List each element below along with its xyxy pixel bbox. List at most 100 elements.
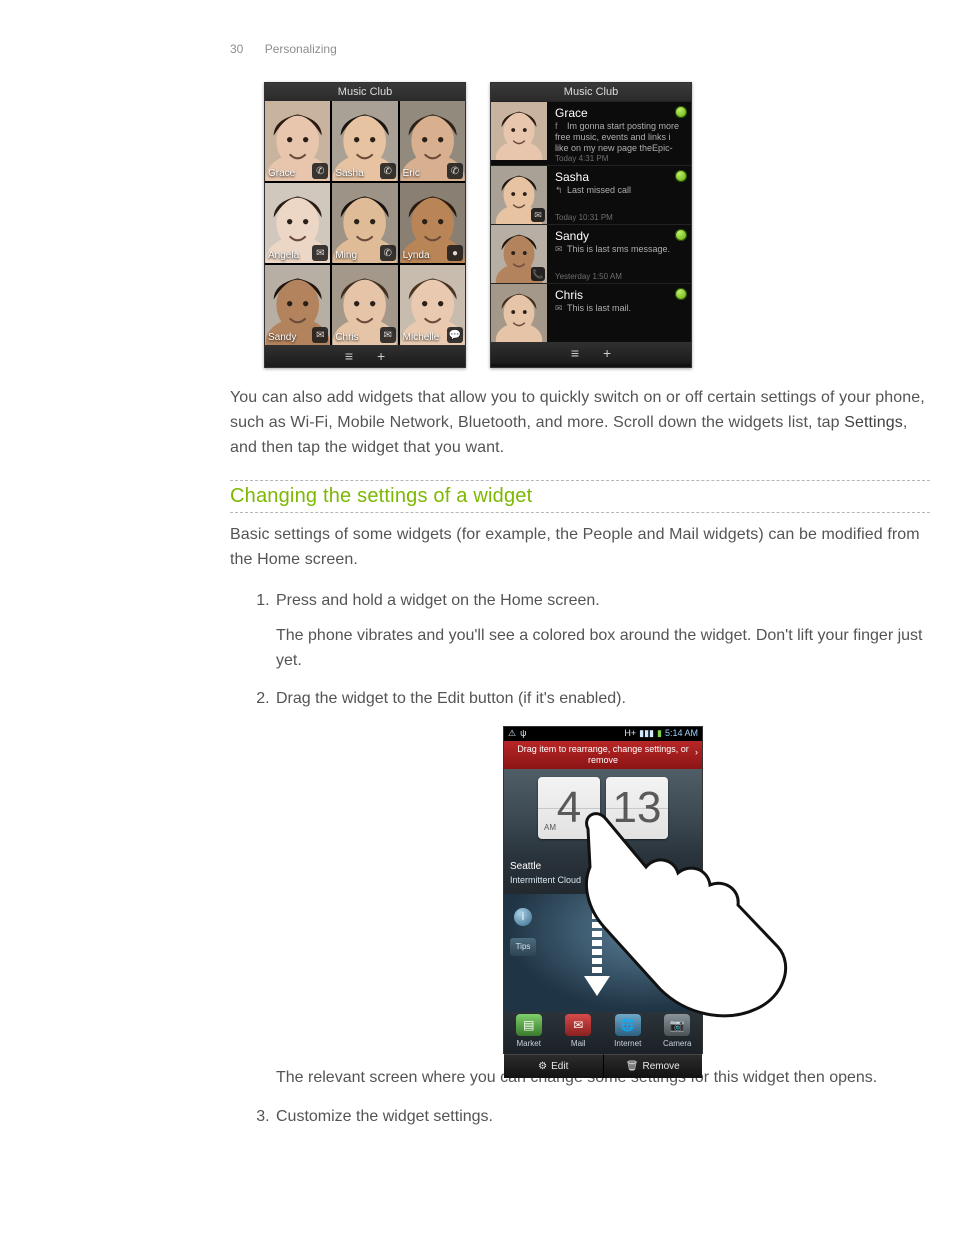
gear-icon: ⚙	[538, 1059, 547, 1075]
edit-widget-screenshot: ⚠ ψ H+ ▮▮▮ ▮ 5:14 AM Drag item to rearra…	[276, 726, 930, 1054]
weather-panel: Seattle Intermittent Cloud	[504, 855, 702, 894]
contact-cell: Chris ✉	[332, 265, 397, 345]
step-2: Drag the widget to the Edit button (if i…	[274, 687, 930, 1091]
contact-photo	[491, 102, 547, 160]
app-label: Market	[509, 1038, 549, 1050]
presence-dot-icon	[675, 288, 687, 300]
page-number: 30	[230, 42, 243, 56]
message-type-icon: ✉	[555, 303, 565, 314]
remove-button: 🗑 Remove	[604, 1054, 703, 1078]
clock-minutes: 13	[606, 777, 668, 839]
step-1-detail: The phone vibrates and you'll see a colo…	[276, 624, 930, 674]
message-type-icon: ↰	[555, 185, 565, 196]
phone-home-screen: ⚠ ψ H+ ▮▮▮ ▮ 5:14 AM Drag item to rearra…	[503, 726, 703, 1054]
manual-page: 30 Personalizing Music Club Grace ✆ Sash…	[0, 0, 954, 1235]
contact-cell: Angela ✉	[265, 183, 330, 263]
contact-cell: Michelle 💬	[400, 265, 465, 345]
clock-hours: 4 AM	[538, 777, 600, 839]
contact-message: ↰Last missed call	[555, 185, 685, 196]
contact-cell: Ming ✆	[332, 183, 397, 263]
contact-row: Grace fIm gonna start posting more free …	[491, 101, 691, 165]
thumb-badge-icon: 📞	[531, 267, 545, 281]
ampm-label: AM	[544, 822, 556, 834]
home-screen-body: i Tips	[504, 894, 702, 1012]
contact-cell: Grace ✆	[265, 101, 330, 181]
dock-app: 🌐 Internet	[608, 1014, 648, 1050]
contact-name: Lynda	[403, 250, 430, 261]
contact-row: 📞 Sandy ✉This is last sms message. Yeste…	[491, 224, 691, 283]
status-clock: 5:14 AM	[665, 727, 698, 741]
app-label: Internet	[608, 1038, 648, 1050]
contact-name: Eric	[403, 168, 420, 179]
contact-name: Grace	[555, 106, 685, 120]
weather-condition: Intermittent Cloud	[510, 874, 696, 888]
widget-title: Music Club	[491, 83, 691, 101]
people-widget-list-screenshot: Music Club Grace fIm gonna start posting…	[490, 82, 692, 368]
contact-name: Michelle	[403, 332, 440, 343]
contact-name: Chris	[555, 288, 685, 302]
edit-remove-bar: ⚙ Edit 🗑 Remove	[504, 1054, 702, 1078]
contact-name: Sandy	[555, 229, 685, 243]
signal-icon: ▮▮▮	[639, 727, 654, 741]
contact-row: Chris ✉This is last mail.	[491, 283, 691, 342]
info-icon: i	[514, 908, 532, 926]
contact-photo	[491, 284, 547, 342]
app-icon: 📷	[664, 1014, 690, 1036]
drag-down-arrow-icon	[584, 904, 610, 998]
presence-dot-icon	[675, 170, 687, 182]
step-1: Press and hold a widget on the Home scre…	[274, 589, 930, 673]
network-icon: H+	[624, 727, 636, 741]
people-widget-grid-screenshot: Music Club Grace ✆ Sasha ✆ Eric ✆	[264, 82, 466, 368]
dot-icon: ●	[447, 245, 463, 261]
presence-dot-icon	[675, 229, 687, 241]
contact-cell: Eric ✆	[400, 101, 465, 181]
contact-name: Chris	[335, 332, 358, 343]
message-type-icon: ✉	[555, 244, 565, 255]
menu-icon: ≡	[571, 345, 579, 361]
contact-message: fIm gonna start posting more free music,…	[555, 121, 685, 153]
app-label: Mail	[558, 1038, 598, 1050]
section-changing-settings: Changing the settings of a widget	[230, 480, 930, 513]
contact-name: Angela	[268, 250, 299, 261]
contact-name: Sasha	[555, 170, 685, 184]
contact-cell: Lynda ●	[400, 183, 465, 263]
app-icon: 🌐	[615, 1014, 641, 1036]
add-icon: +	[377, 348, 385, 364]
usb-icon: ψ	[520, 727, 526, 741]
contact-message: ✉This is last mail.	[555, 303, 685, 314]
instruction-steps: Press and hold a widget on the Home scre…	[230, 589, 930, 1130]
page-header: 30 Personalizing	[230, 42, 930, 56]
phone-icon: ✆	[312, 163, 328, 179]
contact-name: Ming	[335, 250, 357, 261]
contact-photo: 📞	[491, 225, 547, 283]
message-time: Today 10:31 PM	[555, 213, 685, 222]
message-time: Today 4:31 PM	[555, 154, 685, 163]
mail-icon: ✉	[380, 327, 396, 343]
status-bar: ⚠ ψ H+ ▮▮▮ ▮ 5:14 AM	[504, 727, 702, 741]
presence-dot-icon	[675, 106, 687, 118]
contact-row: ✉ Sasha ↰Last missed call Today 10:31 PM	[491, 165, 691, 224]
edit-button: ⚙ Edit	[504, 1054, 604, 1078]
contact-name: Sasha	[335, 168, 363, 179]
widget-title: Music Club	[265, 83, 465, 101]
app-label: Camera	[657, 1038, 697, 1050]
mail-icon: ✉	[312, 327, 328, 343]
paragraph-widgets-settings: You can also add widgets that allow you …	[230, 386, 930, 460]
dock-app: 📷 Camera	[657, 1014, 697, 1050]
section-title: Personalizing	[265, 42, 337, 56]
message-type-icon: f	[555, 121, 565, 132]
add-icon: +	[603, 345, 611, 361]
battery-icon: ▮	[657, 727, 662, 741]
trash-icon: 🗑	[626, 1059, 639, 1075]
tips-button: Tips	[510, 938, 536, 956]
phone-icon: ✆	[380, 245, 396, 261]
dock-app: ▤Market	[509, 1014, 549, 1050]
app-icon: ✉	[565, 1014, 591, 1036]
phone-icon: ✆	[447, 163, 463, 179]
section-heading: Changing the settings of a widget	[230, 481, 930, 512]
mail-icon: ✉	[312, 245, 328, 261]
phone-icon: ✆	[380, 163, 396, 179]
contact-message: ✉This is last sms message.	[555, 244, 685, 255]
chevron-right-icon: ›	[695, 747, 698, 758]
dock-app: ✉ Mail	[558, 1014, 598, 1050]
